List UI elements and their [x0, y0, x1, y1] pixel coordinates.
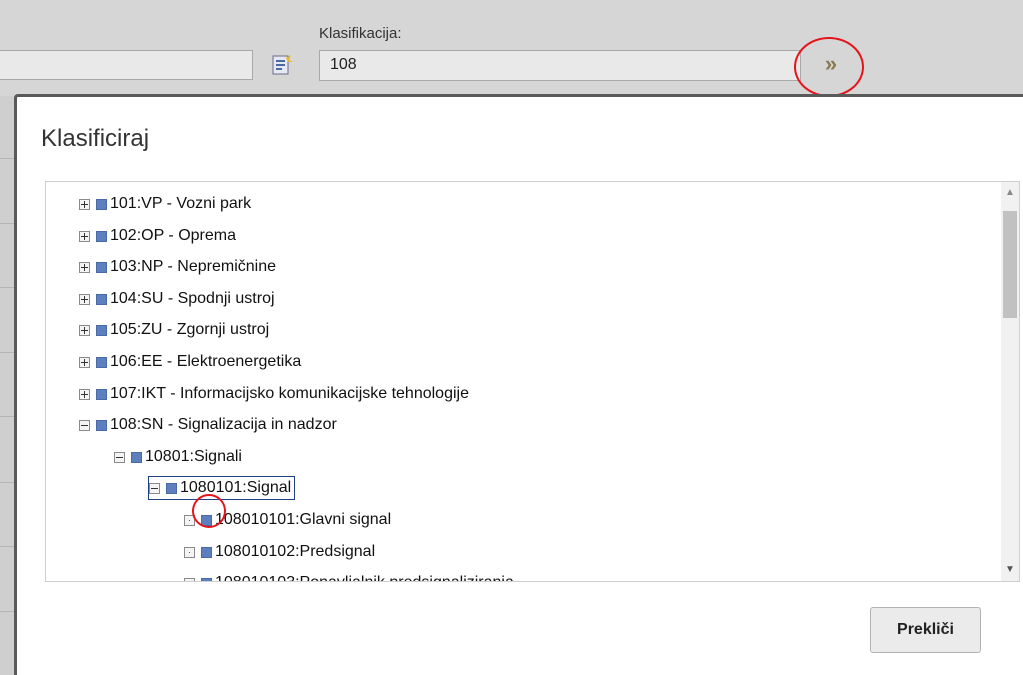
scroll-down-icon[interactable]: ▼ [1001, 561, 1019, 579]
tree-node-label[interactable]: 10801:Signali [145, 446, 242, 468]
tree-node-label[interactable]: 107:IKT - Informacijsko komunikacijske t… [110, 383, 469, 405]
tree-node-label[interactable]: 108010103:Ponavljalnik predsignaliziranj… [215, 572, 514, 581]
tree-picker-icon[interactable] [270, 53, 294, 77]
tree-node[interactable]: 107:IKT - Informacijsko komunikacijske t… [79, 383, 469, 405]
node-square-icon [166, 482, 177, 494]
tree-node-label[interactable]: 105:ZU - Zgornji ustroj [110, 319, 269, 341]
scroll-thumb[interactable] [1003, 211, 1017, 318]
tree-node[interactable]: 105:ZU - Zgornji ustroj [79, 319, 269, 341]
classification-tree-panel: 101:VP - Vozni park 102:OP - Oprema 103:NP… [45, 181, 1020, 582]
collapse-minus-icon[interactable] [149, 482, 160, 494]
expand-plus-icon[interactable] [79, 356, 90, 368]
background-left-strip [0, 96, 14, 675]
expand-plus-icon[interactable] [79, 293, 90, 305]
classification-field[interactable]: 108 [319, 50, 801, 81]
tree-node-label[interactable]: 108:SN - Signalizacija in nadzor [110, 414, 337, 436]
scroll-up-icon[interactable]: ▲ [1001, 184, 1019, 202]
node-square-icon [96, 324, 107, 336]
expand-plus-icon[interactable] [79, 388, 90, 400]
node-square-icon [96, 388, 107, 400]
expand-plus-icon[interactable] [79, 324, 90, 336]
expand-plus-icon[interactable] [79, 230, 90, 242]
tree-node-label[interactable]: 1080101:Signal [180, 477, 291, 499]
tree-node[interactable]: 106:EE - Elektroenergetika [79, 351, 301, 373]
tree-node[interactable]: 10801:Signali [114, 446, 242, 468]
tree-node[interactable]: 101:VP - Vozni park [79, 193, 251, 215]
tree-node-label[interactable]: 108010102:Predsignal [215, 541, 375, 563]
tree-node-label[interactable]: 108010101:Glavni signal [215, 509, 391, 531]
tree-node[interactable]: 1080101:Signal [147, 476, 296, 500]
node-square-icon [96, 230, 107, 242]
tree-node[interactable]: 108010101:Glavni signal [184, 509, 391, 531]
top-form-area: Klasifikacija: 108 » [0, 0, 1023, 97]
classification-tree: 101:VP - Vozni park 102:OP - Oprema 103:NP… [46, 182, 1001, 581]
tree-node[interactable]: 108010102:Predsignal [184, 541, 375, 563]
tree-node-label[interactable]: 102:OP - Oprema [110, 225, 236, 247]
tree-node[interactable]: 108010103:Ponavljalnik predsignaliziranj… [184, 572, 514, 581]
tree-node-label[interactable]: 104:SU - Spodnji ustroj [110, 288, 275, 310]
tree-node-label[interactable]: 103:NP - Nepremičnine [110, 256, 276, 278]
cancel-button[interactable]: Prekliči [870, 607, 981, 653]
tree-scrollbar[interactable]: ▲ ▼ [1001, 182, 1019, 581]
expand-plus-icon[interactable] [79, 261, 90, 273]
tree-node[interactable]: 102:OP - Oprema [79, 225, 236, 247]
node-square-icon [96, 356, 107, 368]
collapse-minus-icon[interactable] [114, 451, 125, 463]
node-square-icon [131, 451, 142, 463]
node-square-icon [96, 198, 107, 210]
tree-node[interactable]: 104:SU - Spodnji ustroj [79, 288, 275, 310]
node-square-icon [201, 546, 212, 558]
tree-node[interactable]: 103:NP - Nepremičnine [79, 256, 276, 278]
collapse-minus-icon[interactable] [79, 419, 90, 431]
leaf-dot-icon[interactable] [184, 546, 195, 558]
node-square-icon [96, 293, 107, 305]
dialog-title: Klasificiraj [41, 125, 150, 152]
classify-dialog: Klasificiraj 101:VP - Vozni park 102:OP -… [14, 94, 1023, 675]
tree-node-label[interactable]: 101:VP - Vozni park [110, 193, 251, 215]
node-square-icon [201, 577, 212, 581]
tree-node-label[interactable]: 106:EE - Elektroenergetika [110, 351, 301, 373]
left-field[interactable] [0, 50, 253, 80]
node-square-icon [96, 261, 107, 273]
node-square-icon [96, 419, 107, 431]
classification-label: Klasifikacija: [319, 25, 402, 42]
open-classification-button[interactable]: » [811, 50, 851, 80]
node-square-icon [201, 514, 212, 526]
leaf-dot-icon[interactable] [184, 514, 195, 526]
leaf-dot-icon[interactable] [184, 577, 195, 581]
expand-plus-icon[interactable] [79, 198, 90, 210]
tree-node[interactable]: 108:SN - Signalizacija in nadzor [79, 414, 337, 436]
